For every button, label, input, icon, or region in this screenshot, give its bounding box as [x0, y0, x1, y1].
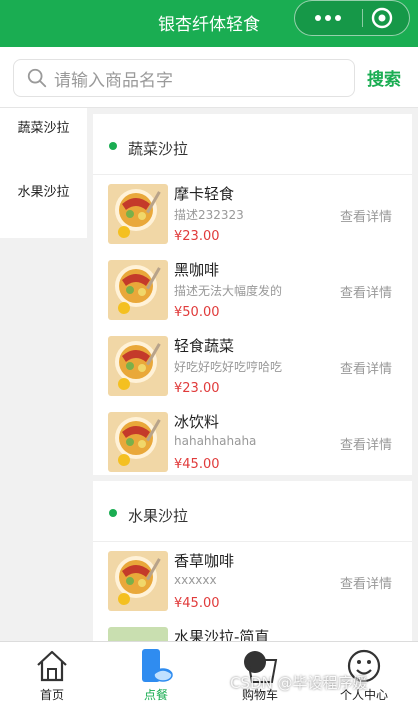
product-description: 好吃好吃好吃哼哈吃 — [174, 360, 283, 374]
product-description: 描述无法大幅度发的 — [174, 284, 283, 298]
category-label: 水果沙拉 — [17, 185, 70, 200]
search-button[interactable]: 搜索 — [367, 65, 401, 90]
product-image — [108, 184, 168, 244]
product-price: ¥50.00 — [174, 305, 220, 320]
section-dot — [109, 142, 117, 150]
tab-order[interactable]: 点餐 — [116, 642, 196, 701]
view-details-link[interactable]: 查看详情 — [340, 282, 392, 301]
tab-label: 点餐 — [143, 688, 168, 701]
product-item[interactable]: 黑咖啡 描述无法大幅度发的 ¥50.00 查看详情 — [93, 252, 412, 328]
view-details-link[interactable]: 查看详情 — [340, 573, 392, 592]
product-description: xxxxxx — [174, 573, 217, 587]
product-name: 香草咖啡 — [174, 552, 235, 570]
section-fruit-salad: 水果沙拉 香草咖啡 xxxxxx ¥45.00 查看详情 水果沙拉-简直 — [93, 481, 412, 641]
view-details-link[interactable]: 查看详情 — [340, 434, 392, 453]
top-navigation-bar: 银杏纤体轻食 — [0, 0, 418, 47]
mini-program-capsule — [294, 0, 410, 36]
product-image — [108, 412, 168, 472]
product-item[interactable]: 香草咖啡 xxxxxx ¥45.00 查看详情 — [93, 543, 412, 619]
search-icon — [27, 68, 47, 88]
home-icon — [37, 650, 67, 682]
product-price: ¥23.00 — [174, 229, 220, 244]
section-dot — [109, 509, 117, 517]
product-price: ¥45.00 — [174, 457, 220, 472]
product-name: 冰饮料 — [174, 413, 220, 431]
close-mini-program-icon[interactable] — [370, 6, 394, 30]
tab-home[interactable]: 首页 — [12, 642, 92, 701]
category-label: 蔬菜沙拉 — [17, 121, 70, 136]
product-name: 摩卡轻食 — [174, 185, 235, 203]
tab-label: 首页 — [39, 688, 64, 701]
section-title: 蔬菜沙拉 — [128, 140, 189, 158]
product-description: 描述232323 — [174, 208, 244, 222]
section-header: 水果沙拉 — [93, 481, 412, 542]
view-details-link[interactable]: 查看详情 — [340, 358, 392, 377]
product-item[interactable]: 冰饮料 hahahhahaha ¥45.00 查看详情 — [93, 404, 412, 480]
section-title: 水果沙拉 — [128, 507, 189, 525]
product-price: ¥45.00 — [174, 596, 220, 611]
product-image — [108, 551, 168, 611]
category-item-vegetable-salad[interactable]: 蔬菜沙拉 — [0, 108, 87, 172]
product-name: 黑咖啡 — [174, 261, 220, 279]
product-item[interactable]: 轻食蔬菜 好吃好吃好吃哼哈吃 ¥23.00 查看详情 — [93, 328, 412, 404]
search-bar: 请输入商品名字 搜索 — [0, 47, 418, 108]
more-options-icon[interactable] — [305, 1, 351, 35]
capsule-divider — [362, 9, 363, 27]
section-vegetable-salad: 蔬菜沙拉 摩卡轻食 描述232323 ¥23.00 查看详情 黑咖啡 描述无法大… — [93, 114, 412, 475]
product-item[interactable]: 水果沙拉-简直 — [93, 619, 412, 641]
product-price: ¥23.00 — [174, 381, 220, 396]
view-details-link[interactable]: 查看详情 — [340, 206, 392, 225]
product-image — [108, 260, 168, 320]
category-sidebar: 蔬菜沙拉 水果沙拉 — [0, 108, 93, 641]
search-placeholder: 请输入商品名字 — [54, 70, 173, 91]
product-list: 蔬菜沙拉 摩卡轻食 描述232323 ¥23.00 查看详情 黑咖啡 描述无法大… — [93, 108, 418, 641]
watermark: CSDN @毕设程序媛 — [230, 674, 368, 692]
product-name: 水果沙拉-简直 — [174, 628, 270, 641]
category-item-fruit-salad[interactable]: 水果沙拉 — [0, 172, 87, 238]
section-header: 蔬菜沙拉 — [93, 114, 412, 175]
order-icon — [142, 649, 173, 682]
product-description: hahahhahaha — [174, 434, 257, 448]
product-image — [108, 627, 168, 641]
product-item[interactable]: 摩卡轻食 描述232323 ¥23.00 查看详情 — [93, 176, 412, 252]
product-image — [108, 336, 168, 396]
search-input[interactable]: 请输入商品名字 — [13, 59, 355, 97]
product-name: 轻食蔬菜 — [174, 337, 235, 355]
